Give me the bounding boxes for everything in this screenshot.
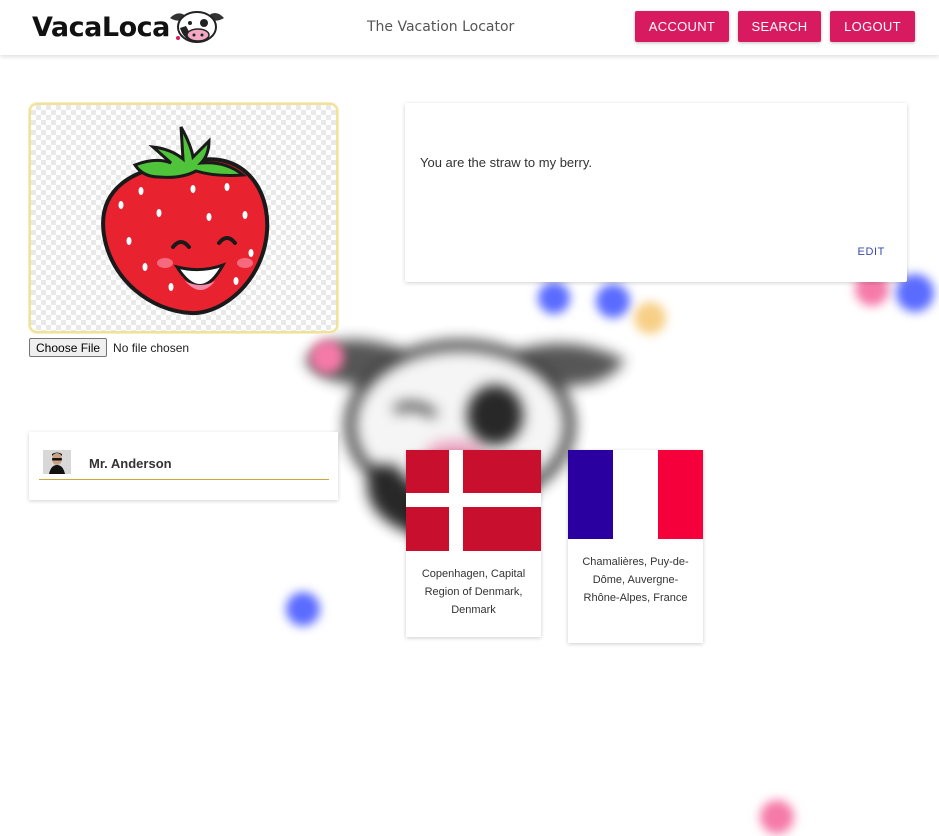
location-name: Copenhagen, Capital Region of Denmark, D… — [421, 568, 526, 616]
france-flag-icon — [568, 450, 703, 539]
file-status-text: No file chosen — [113, 340, 190, 355]
profile-picture-file-input[interactable]: Choose File No file chosen — [29, 338, 189, 357]
decor-dot — [286, 592, 320, 626]
decor-dot — [634, 302, 666, 334]
user-card: Mr. Anderson — [29, 432, 338, 500]
edit-bio-button[interactable]: EDIT — [858, 246, 885, 258]
user-row[interactable]: Mr. Anderson — [39, 450, 329, 480]
site-logo[interactable]: VacaLoca — [32, 6, 232, 48]
user-name: Mr. Anderson — [89, 456, 172, 471]
profile-picture — [29, 103, 338, 333]
decor-dot — [310, 340, 344, 374]
location-name: Chamalières, Puy-de-Dôme, Auvergne-Rhône… — [582, 556, 689, 604]
decor-dot — [596, 284, 630, 318]
bio-card: You are the straw to my berry. EDIT — [405, 103, 907, 282]
search-button[interactable]: SEARCH — [738, 11, 821, 42]
strawberry-image — [101, 126, 270, 316]
avatar — [43, 450, 71, 474]
logo-text: VacaLoca — [32, 12, 170, 43]
location-card[interactable]: Chamalières, Puy-de-Dôme, Auvergne-Rhône… — [568, 450, 703, 643]
choose-file-button[interactable]: Choose File — [29, 338, 108, 357]
decor-dot — [538, 282, 570, 314]
cow-logo-icon — [170, 11, 224, 43]
site-tagline: The Vacation Locator — [367, 19, 515, 35]
top-navbar: VacaLoca The Vacation Locator ACCOUNT SE… — [0, 0, 939, 55]
account-button[interactable]: ACCOUNT — [635, 11, 729, 42]
decor-dot — [760, 800, 794, 834]
logout-button[interactable]: LOGOUT — [830, 11, 915, 42]
bio-text: You are the straw to my berry. — [420, 155, 592, 170]
location-card[interactable]: Copenhagen, Capital Region of Denmark, D… — [406, 450, 541, 637]
denmark-flag-icon — [406, 450, 541, 551]
